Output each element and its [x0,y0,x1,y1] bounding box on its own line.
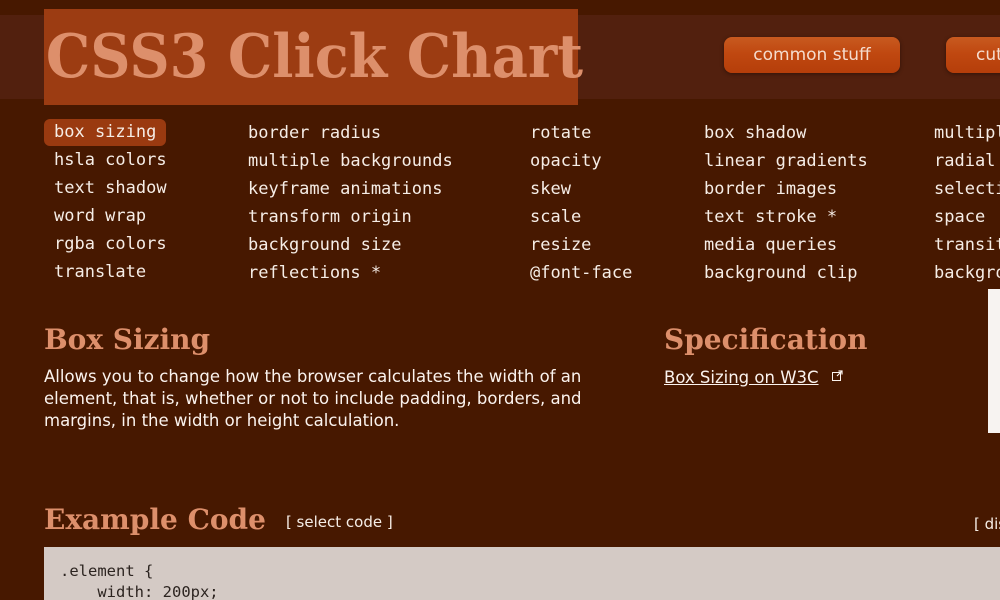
spec-link-label: Box Sizing on W3C [664,368,819,387]
nav-cutting-edge-button[interactable]: cutting edge [946,37,1000,73]
external-link-icon [831,366,843,385]
feature-item-translate[interactable]: translate [44,258,177,286]
feature-item-selection[interactable]: selection [924,175,1000,203]
feature-item-space[interactable]: space [924,203,1000,231]
feature-item-resize[interactable]: resize [520,231,642,259]
logo-text: CSS3 Click Chart [45,22,584,92]
feature-item-hsla-colors[interactable]: hsla colors [44,146,177,174]
display-toggle-button[interactable]: [ display ] [974,515,1000,533]
feature-item-background-clip[interactable]: background clip [694,259,878,287]
feature-item-transitions[interactable]: transitions [924,231,1000,259]
nav-button-label: cutting edge [976,45,1000,65]
feature-item-media-queries[interactable]: media queries [694,231,878,259]
feature-item-border-images[interactable]: border images [694,175,878,203]
feature-column-1: box sizing hsla colors text shadow word … [44,119,177,286]
feature-item-word-wrap[interactable]: word wrap [44,202,177,230]
logo[interactable]: CSS3 Click Chart [44,9,583,105]
feature-item-border-radius[interactable]: border radius [238,119,463,147]
description-section: Box Sizing Allows you to change how the … [44,326,634,432]
feature-item-scale[interactable]: scale [520,203,642,231]
feature-item-radial-gradients[interactable]: radial gradients [924,147,1000,175]
nav-common-stuff-button[interactable]: common stuff [724,37,900,73]
feature-column-5: multiple columns radial gradients select… [924,119,1000,287]
feature-item-keyframe-animations[interactable]: keyframe animations [238,175,463,203]
feature-item-rotate[interactable]: rotate [520,119,642,147]
feature-column-4: box shadow linear gradients border image… [694,119,878,287]
feature-item-skew[interactable]: skew [520,175,642,203]
specification-title: Specification [664,323,868,356]
nav-button-label: common stuff [753,45,871,65]
feature-item-transform-origin[interactable]: transform origin [238,203,463,231]
feature-item-background-origin[interactable]: background origin [924,259,1000,287]
feature-item-multiple-columns[interactable]: multiple columns [924,119,1000,147]
example-code-header: Example Code [ select code ] [44,506,393,534]
feature-item-multiple-backgrounds[interactable]: multiple backgrounds [238,147,463,175]
feature-item-rgba-colors[interactable]: rgba colors [44,230,177,258]
feature-description: Allows you to change how the browser cal… [44,367,582,430]
feature-item-box-sizing[interactable]: box sizing [44,119,167,146]
specification-section: Specification Box Sizing on W3C [664,323,964,388]
feature-item-reflections[interactable]: reflections * [238,259,463,287]
spec-link[interactable]: Box Sizing on W3C [664,368,819,387]
feature-grid: box sizing hsla colors text shadow word … [0,119,1000,289]
feature-column-2: border radius multiple backgrounds keyfr… [238,119,463,287]
demo-panel [988,289,1000,433]
select-code-button[interactable]: [ select code ] [286,513,393,531]
feature-column-3: rotate opacity skew scale resize @font-f… [520,119,642,287]
code-block[interactable]: .element { width: 200px; [44,547,1000,600]
feature-item-text-stroke[interactable]: text stroke * [694,203,878,231]
feature-item-background-size[interactable]: background size [238,231,463,259]
feature-item-text-shadow[interactable]: text shadow [44,174,177,202]
feature-item-font-face[interactable]: @font-face [520,259,642,287]
feature-item-linear-gradients[interactable]: linear gradients [694,147,878,175]
feature-item-box-shadow[interactable]: box shadow [694,119,878,147]
feature-item-opacity[interactable]: opacity [520,147,642,175]
example-code-title: Example Code [44,503,266,536]
feature-title: Box Sizing [44,323,211,356]
